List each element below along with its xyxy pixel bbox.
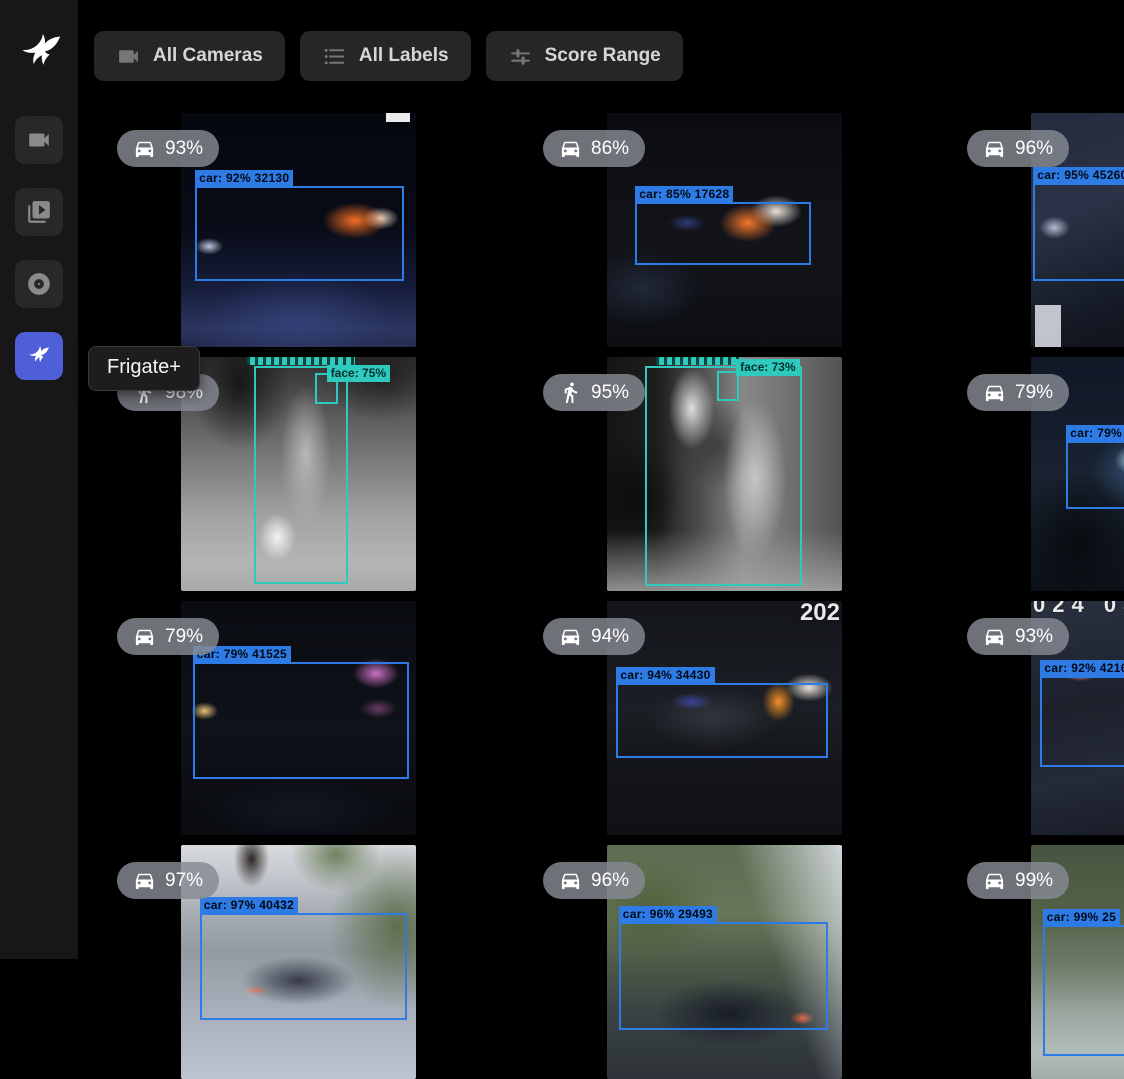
detection-card[interactable]: car: 79% 41525 79% (104, 601, 528, 835)
score-badge: 97% (117, 862, 219, 899)
score-badge: 79% (967, 374, 1069, 411)
bbox-label: car: 97% 40432 (200, 897, 298, 914)
score-value: 94% (591, 626, 629, 648)
car-icon (983, 869, 1006, 892)
score-value: 79% (1015, 382, 1053, 404)
detection-card[interactable]: face: 73% 95% (530, 357, 954, 591)
bbox-label: car: 99% 25 (1043, 909, 1120, 926)
score-badge: 94% (543, 618, 645, 655)
all-cameras-button[interactable]: All Cameras (94, 31, 285, 81)
frigate-bird-logo-icon (16, 28, 66, 78)
cut-label-strip (247, 357, 355, 365)
all-labels-label: All Labels (359, 45, 449, 67)
score-value: 95% (591, 382, 629, 404)
score-value: 99% (1015, 870, 1053, 892)
camera-icon (116, 44, 141, 69)
score-badge: 96% (543, 862, 645, 899)
detection-card[interactable]: car: 95% 45260 96% (954, 113, 1124, 347)
timestamp-overlay: 202 (800, 601, 840, 627)
sidebar-item-review[interactable] (15, 188, 63, 236)
score-badge: 95% (543, 374, 645, 411)
score-range-button[interactable]: Score Range (486, 31, 683, 81)
walking-person-icon (559, 381, 582, 404)
detection-card[interactable]: 202 car: 94% 34430 94% (530, 601, 954, 835)
cut-label-strip (656, 357, 741, 365)
score-value: 86% (591, 138, 629, 160)
detection-bbox: car: 79% (1066, 441, 1124, 509)
frigate-bird-icon (26, 343, 52, 369)
car-icon (983, 137, 1006, 160)
frigate-plus-tooltip: Frigate+ (88, 346, 200, 391)
car-icon (559, 137, 582, 160)
score-value: 96% (591, 870, 629, 892)
score-value: 93% (165, 138, 203, 160)
car-icon (983, 381, 1006, 404)
car-icon (133, 625, 156, 648)
sliders-icon (508, 44, 533, 69)
video-library-icon (26, 199, 52, 225)
bbox-label: car: 92% 32130 (195, 170, 293, 187)
car-icon (983, 625, 1006, 648)
score-value: 97% (165, 870, 203, 892)
detection-bbox: car: 85% 17628 (635, 202, 811, 265)
score-value: 96% (1015, 138, 1053, 160)
detection-bbox: car: 95% 45260 (1033, 183, 1124, 281)
score-range-label: Score Range (545, 45, 661, 67)
detection-bbox: car: 92% 4216 (1040, 676, 1124, 767)
filter-bar: All Cameras All Labels Score Range (94, 31, 683, 81)
detection-bbox: car: 79% 41525 (193, 662, 409, 779)
detection-card[interactable]: 024 03 0 car: 92% 4216 93% (954, 601, 1124, 835)
bbox-label: car: 96% 29493 (619, 906, 717, 923)
detection-card[interactable]: car: 92% 32130 93% (104, 113, 528, 347)
all-cameras-label: All Cameras (153, 45, 263, 67)
detection-card[interactable]: car: 97% 40432 97% (104, 845, 528, 1079)
score-badge: 93% (117, 130, 219, 167)
bbox-label: car: 95% 45260 (1033, 167, 1124, 184)
timestamp-overlay: 024 03 0 (1033, 601, 1124, 618)
score-badge: 96% (967, 130, 1069, 167)
face-label: face: 73% (736, 359, 799, 376)
sidebar (0, 0, 78, 959)
disc-icon (26, 271, 52, 297)
tooltip-label: Frigate+ (107, 356, 181, 378)
face-label: face: 75% (327, 365, 390, 382)
detection-card[interactable]: car: 99% 25 99% (954, 845, 1124, 1079)
car-icon (133, 137, 156, 160)
score-badge: 86% (543, 130, 645, 167)
detection-bbox: car: 94% 34430 (616, 683, 828, 758)
detection-card[interactable]: car: 85% 17628 86% (530, 113, 954, 347)
car-icon (559, 625, 582, 648)
bbox-label: car: 85% 17628 (635, 186, 733, 203)
detection-bbox: car: 99% 25 (1043, 925, 1124, 1056)
bbox-label: car: 94% 34430 (616, 667, 714, 684)
score-badge: 99% (967, 862, 1069, 899)
detection-card[interactable]: car: 79% 79% (954, 357, 1124, 591)
all-labels-button[interactable]: All Labels (300, 31, 471, 81)
detection-bbox: car: 96% 29493 (619, 922, 828, 1030)
car-icon (133, 869, 156, 892)
detection-bbox: car: 92% 32130 (195, 186, 404, 282)
list-icon (322, 44, 347, 69)
score-badge: 93% (967, 618, 1069, 655)
score-value: 93% (1015, 626, 1053, 648)
sidebar-item-live[interactable] (15, 116, 63, 164)
detection-card[interactable]: car: 96% 29493 96% (530, 845, 954, 1079)
sidebar-item-frigate-plus[interactable] (15, 332, 63, 380)
bbox-label: car: 92% 4216 (1040, 660, 1124, 677)
car-icon (559, 869, 582, 892)
camera-icon (26, 127, 52, 153)
detection-card[interactable]: face: 75% 98% (104, 357, 528, 591)
score-badge: 79% (117, 618, 219, 655)
sidebar-item-export[interactable] (15, 260, 63, 308)
detection-bbox: car: 97% 40432 (200, 913, 407, 1021)
score-value: 79% (165, 626, 203, 648)
frigate-logo (16, 28, 66, 78)
bbox-label: car: 79% (1066, 425, 1124, 442)
